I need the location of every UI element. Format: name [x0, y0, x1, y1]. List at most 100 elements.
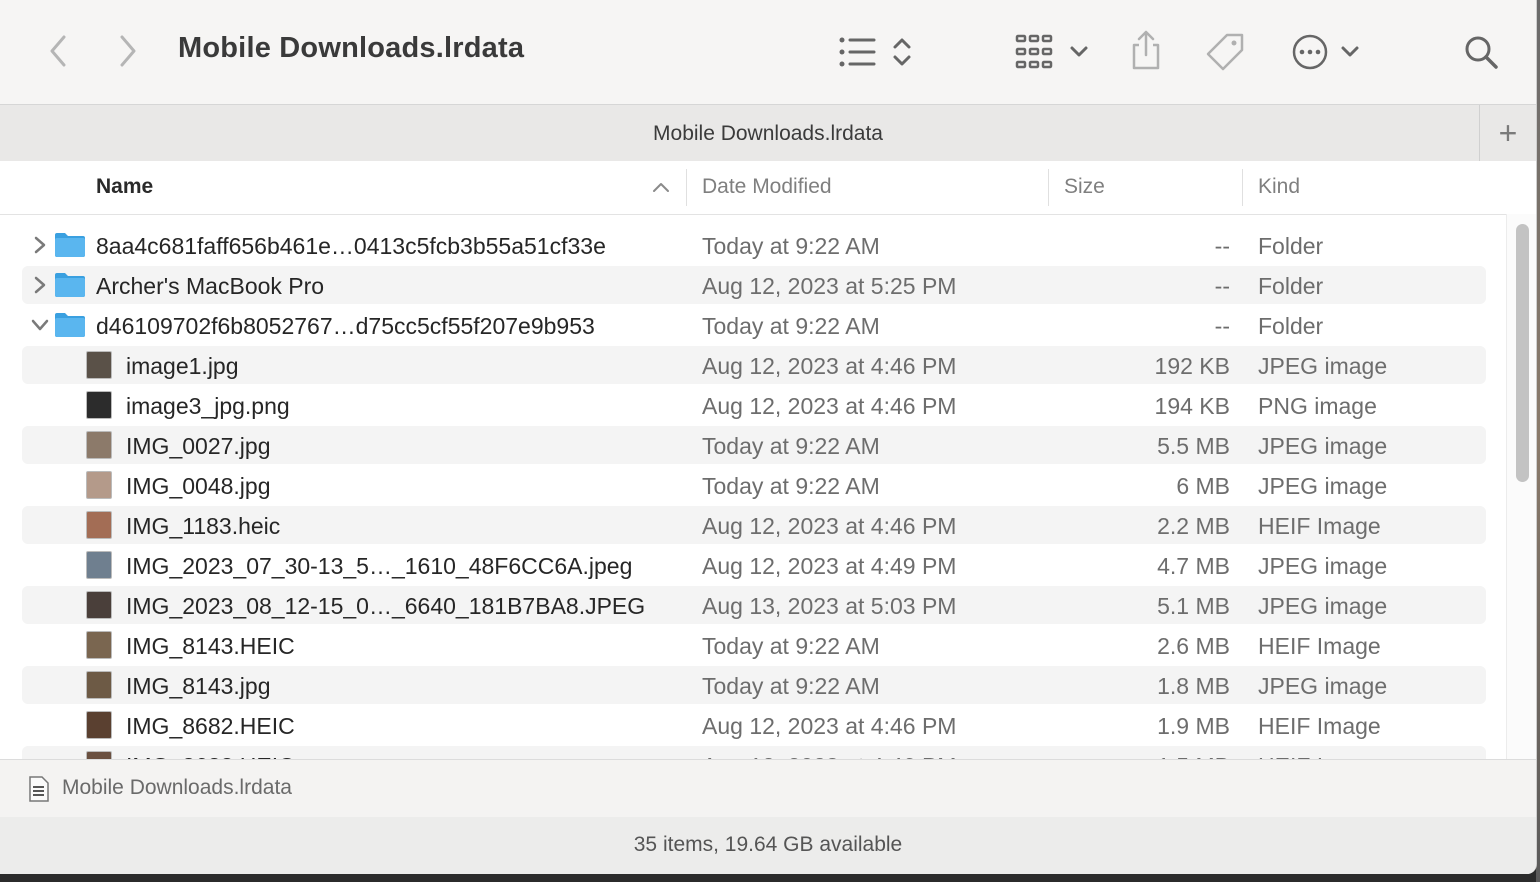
file-kind: JPEG image: [1258, 473, 1388, 499]
file-date-modified: Aug 12, 2023 at 4:49 PM: [702, 553, 957, 579]
new-tab-button[interactable]: +: [1479, 105, 1536, 161]
folder-icon: [55, 233, 85, 257]
file-row[interactable]: IMG_2023_08_12-15_0…_6640_181B7BA8.JPEG A…: [22, 586, 1486, 624]
image-thumbnail-icon: [86, 631, 112, 659]
file-kind: JPEG image: [1258, 433, 1388, 459]
forward-icon: [120, 35, 136, 67]
file-size: 192 KB: [1154, 353, 1230, 379]
file-row[interactable]: IMG_8143.jpg Today at 9:22 AM 1.8 MB JPEG i…: [22, 666, 1486, 704]
file-size: 2.6 MB: [1157, 633, 1230, 659]
column-header-size[interactable]: Size: [1064, 175, 1105, 199]
back-icon: [50, 35, 66, 67]
file-size: --: [1214, 313, 1230, 339]
file-kind: HEIF Image: [1258, 513, 1381, 539]
file-size: 2.2 MB: [1157, 513, 1230, 539]
file-name: image3_jpg.png: [126, 393, 290, 419]
file-kind: JPEG image: [1258, 553, 1388, 579]
window-title: Mobile Downloads.lrdata: [178, 32, 525, 64]
file-size: 5.5 MB: [1157, 433, 1230, 459]
file-kind: JPEG image: [1258, 353, 1388, 379]
file-name: image1.jpg: [126, 353, 239, 379]
scrollbar-thumb[interactable]: [1516, 224, 1529, 482]
file-name: Archer's MacBook Pro: [96, 273, 325, 299]
folder-row[interactable]: Archer's MacBook Pro Aug 12, 2023 at 5:25…: [22, 266, 1486, 304]
file-kind: Folder: [1258, 273, 1324, 299]
file-name: IMG_8143.HEIC: [126, 633, 295, 659]
disclosure-collapsed-icon[interactable]: [30, 235, 50, 255]
image-thumbnail-icon: [86, 711, 112, 739]
file-name: IMG_8682.HEIC: [126, 713, 295, 739]
column-divider[interactable]: [1048, 169, 1049, 206]
file-row[interactable]: IMG_1183.heic Aug 12, 2023 at 4:46 PM 2.2 …: [22, 506, 1486, 544]
file-name: IMG_0048.jpg: [126, 473, 271, 499]
image-thumbnail-icon: [86, 671, 112, 699]
file-row[interactable]: IMG_8143.HEIC Today at 9:22 AM 2.6 MB HEIF …: [22, 626, 1486, 664]
tag-button[interactable]: [1204, 30, 1246, 74]
file-size: 6 MB: [1176, 473, 1230, 499]
vertical-scrollbar[interactable]: [1506, 214, 1536, 759]
image-thumbnail-icon: [86, 431, 112, 459]
search-icon: [1465, 36, 1498, 69]
file-list: Name Date Modified Size Kind 8aa4c681faf…: [0, 161, 1536, 759]
file-date-modified: Aug 12, 2023 at 4:46 PM: [702, 513, 957, 539]
file-kind: JPEG image: [1258, 593, 1388, 619]
share-button[interactable]: [1126, 28, 1166, 72]
file-row[interactable]: IMG_8682.HEIC Aug 12, 2023 at 4:46 PM 1.9 …: [22, 706, 1486, 744]
file-name: d46109702f6b8052767…d75cc5cf55f207e9b953: [96, 313, 595, 339]
folder-row[interactable]: d46109702f6b8052767…d75cc5cf55f207e9b953…: [22, 306, 1486, 344]
tag-icon: [1206, 33, 1244, 71]
file-kind: HEIF Image: [1258, 633, 1381, 659]
folder-icon: [55, 313, 85, 337]
path-bar: Mobile Downloads.lrdata: [0, 759, 1536, 818]
file-date-modified: Today at 9:22 AM: [702, 433, 880, 459]
more-actions-button[interactable]: [1290, 30, 1362, 74]
file-row[interactable]: IMG_2023_07_30-13_5…_1610_48F6CC6A.jpeg A…: [22, 546, 1486, 584]
file-date-modified: Today at 9:22 AM: [702, 473, 880, 499]
image-thumbnail-icon: [86, 391, 112, 419]
lrdata-file-icon: [29, 776, 49, 802]
column-header-name[interactable]: Name: [96, 175, 153, 199]
column-header-date[interactable]: Date Modified: [702, 175, 832, 199]
toolbar: Mobile Downloads.lrdata: [0, 0, 1536, 104]
file-size: --: [1214, 233, 1230, 259]
file-date-modified: Today at 9:22 AM: [702, 233, 880, 259]
file-date-modified: Aug 12, 2023 at 4:46 PM: [702, 393, 957, 419]
folder-row[interactable]: 8aa4c681faff656b461e…0413c5fcb3b55a51cf3…: [22, 226, 1486, 264]
file-row[interactable]: image3_jpg.png Aug 12, 2023 at 4:46 PM 194…: [22, 386, 1486, 424]
path-item[interactable]: Mobile Downloads.lrdata: [62, 776, 292, 800]
share-icon: [1132, 30, 1160, 70]
file-row[interactable]: IMG_0027.jpg Today at 9:22 AM 5.5 MB JPEG i…: [22, 426, 1486, 464]
column-header-kind[interactable]: Kind: [1258, 175, 1300, 199]
file-kind: Folder: [1258, 233, 1324, 259]
search-button[interactable]: [1460, 30, 1502, 74]
view-options-button[interactable]: [836, 32, 916, 72]
file-row[interactable]: image1.jpg Aug 12, 2023 at 4:46 PM 192 KB J…: [22, 346, 1486, 384]
file-date-modified: Today at 9:22 AM: [702, 633, 880, 659]
file-size: 1.9 MB: [1157, 713, 1230, 739]
list-view-icon: [839, 37, 876, 67]
column-header-row: Name Date Modified Size Kind: [0, 161, 1536, 215]
disclosure-expanded-icon[interactable]: [30, 315, 50, 335]
file-size: --: [1214, 273, 1230, 299]
file-size: 4.7 MB: [1157, 553, 1230, 579]
file-row[interactable]: IMG_0048.jpg Today at 9:22 AM 6 MB JPEG ima…: [22, 466, 1486, 504]
column-divider[interactable]: [1242, 169, 1243, 206]
tab-bar: Mobile Downloads.lrdata +: [0, 104, 1536, 162]
sort-ascending-icon: [653, 183, 669, 192]
image-thumbnail-icon: [86, 351, 112, 379]
sort-toggle-icon: [893, 38, 911, 66]
column-divider[interactable]: [686, 169, 687, 206]
back-button[interactable]: [40, 30, 76, 72]
file-kind: PNG image: [1258, 393, 1377, 419]
tab-current[interactable]: Mobile Downloads.lrdata: [0, 122, 1536, 146]
disclosure-collapsed-icon[interactable]: [30, 275, 50, 295]
file-date-modified: Aug 12, 2023 at 4:46 PM: [702, 353, 957, 379]
status-bar: 35 items, 19.64 GB available: [0, 817, 1536, 874]
chevron-down-icon: [1341, 46, 1359, 57]
file-rows: 8aa4c681faff656b461e…0413c5fcb3b55a51cf3…: [0, 226, 1506, 759]
file-size: 5.1 MB: [1157, 593, 1230, 619]
group-button[interactable]: [1014, 32, 1090, 72]
file-row[interactable]: IMG_8683.HEICAug 12, 2023 at 4:46 PM1.5 …: [22, 746, 1486, 759]
forward-button[interactable]: [110, 30, 146, 72]
file-name: IMG_1183.heic: [126, 513, 281, 539]
